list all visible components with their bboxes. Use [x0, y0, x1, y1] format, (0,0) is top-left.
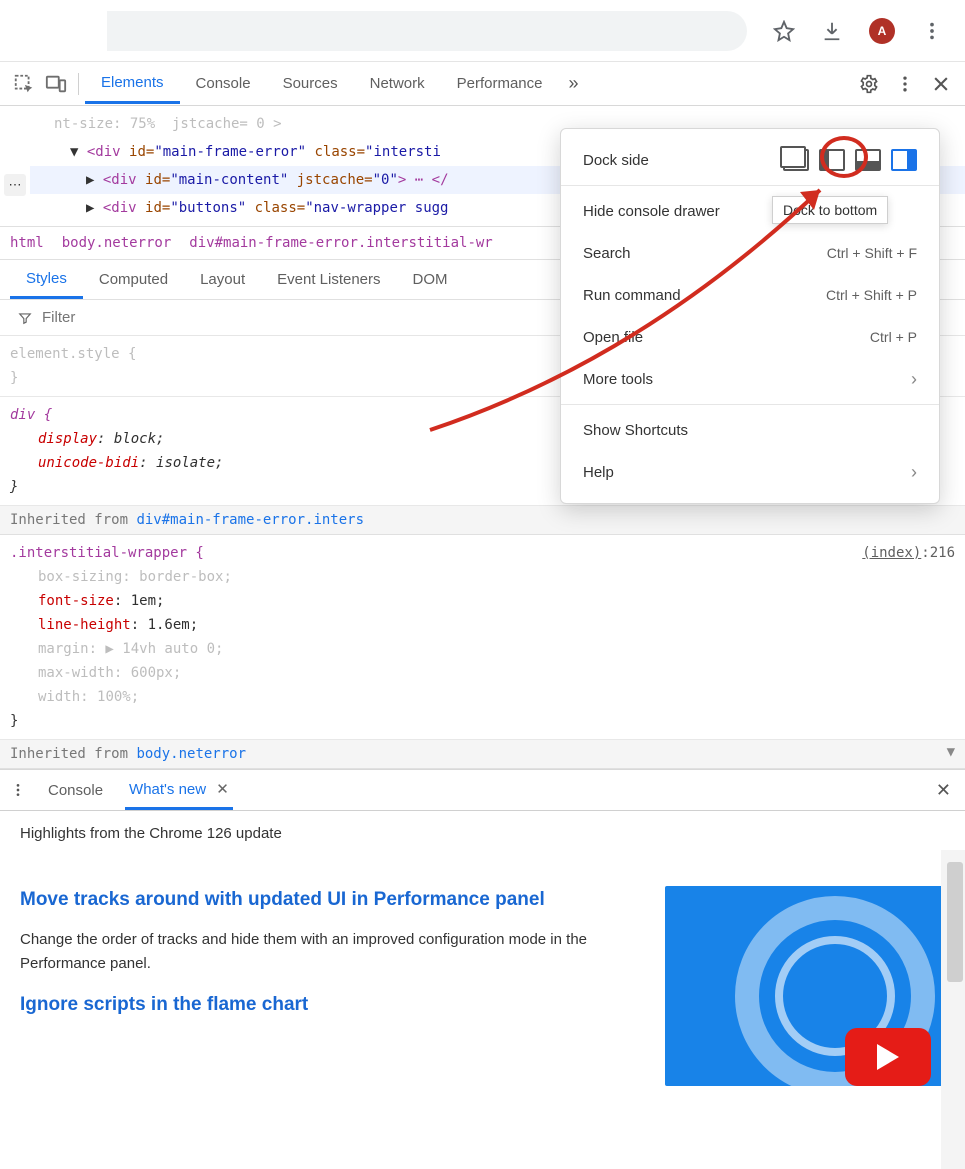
- breadcrumb-item[interactable]: div#main-frame-error.interstitial-wr: [189, 235, 492, 251]
- separator: [78, 73, 79, 95]
- dock-undock-icon[interactable]: [783, 149, 809, 171]
- chevron-right-icon: ›: [911, 462, 917, 483]
- whats-new-highlights: Highlights from the Chrome 126 update: [20, 825, 945, 842]
- tab-styles[interactable]: Styles: [10, 261, 83, 299]
- chevron-right-icon: ›: [911, 369, 917, 390]
- tab-performance[interactable]: Performance: [441, 65, 559, 102]
- breadcrumb-item[interactable]: body.neterror: [62, 235, 172, 251]
- scrollbar-thumb[interactable]: [947, 862, 963, 982]
- bookmark-star-icon[interactable]: [773, 20, 795, 42]
- menu-help[interactable]: Help›: [561, 451, 939, 493]
- inherited-link[interactable]: body.neterror: [136, 746, 246, 762]
- devtools-kebab-menu-icon[interactable]: [895, 74, 915, 94]
- inherited-link[interactable]: div#main-frame-error.inters: [136, 512, 364, 528]
- close-drawer-icon[interactable]: ✕: [936, 780, 951, 801]
- chevron-down-icon[interactable]: ▼: [947, 744, 955, 760]
- browser-kebab-menu-icon[interactable]: [921, 20, 943, 42]
- menu-label: Dock side: [583, 152, 649, 169]
- whats-new-video-thumbnail[interactable]: [665, 886, 945, 1086]
- drawer-tab-console[interactable]: Console: [44, 773, 107, 808]
- tab-computed[interactable]: Computed: [83, 262, 184, 297]
- dock-bottom-icon[interactable]: [855, 149, 881, 171]
- whats-new-title[interactable]: Move tracks around with updated UI in Pe…: [20, 886, 645, 914]
- menu-search[interactable]: SearchCtrl + Shift + F: [561, 232, 939, 274]
- menu-show-shortcuts[interactable]: Show Shortcuts: [561, 409, 939, 451]
- downloads-icon[interactable]: [821, 20, 843, 42]
- devtools-overflow-menu: Dock side Hide console drawer SearchCtrl…: [560, 128, 940, 504]
- tab-event-listeners[interactable]: Event Listeners: [261, 262, 396, 297]
- style-source-link[interactable]: (index):216: [862, 541, 955, 565]
- menu-more-tools[interactable]: More tools›: [561, 358, 939, 400]
- browser-chrome-top: A: [0, 0, 965, 62]
- breadcrumb-overflow-icon[interactable]: ⋯: [4, 174, 26, 196]
- tab-sources[interactable]: Sources: [267, 65, 354, 102]
- breadcrumb-item[interactable]: html: [10, 235, 44, 251]
- dock-right-icon[interactable]: [891, 149, 917, 171]
- settings-gear-icon[interactable]: [859, 74, 879, 94]
- menu-dock-side: Dock side: [561, 139, 939, 181]
- profile-avatar[interactable]: A: [869, 18, 895, 44]
- menu-open-file[interactable]: Open fileCtrl + P: [561, 316, 939, 358]
- tooltip-dock-to-bottom: Dock to bottom: [772, 196, 888, 224]
- style-rule-interstitial-wrapper[interactable]: (index):216 .interstitial-wrapper { box-…: [0, 535, 965, 740]
- tabs-overflow-icon[interactable]: »: [559, 73, 589, 94]
- drawer-tab-whats-new[interactable]: What's new ✕: [125, 771, 233, 810]
- dock-left-icon[interactable]: [819, 149, 845, 171]
- devtools-tabbar: Elements Console Sources Network Perform…: [0, 62, 965, 106]
- menu-run-command[interactable]: Run commandCtrl + Shift + P: [561, 274, 939, 316]
- inherited-from-header: Inherited from div#main-frame-error.inte…: [0, 506, 965, 535]
- drawer-kebab-menu-icon[interactable]: [10, 782, 26, 798]
- tab-network[interactable]: Network: [354, 65, 441, 102]
- whats-new-subtitle[interactable]: Ignore scripts in the flame chart: [20, 994, 645, 1016]
- tab-layout[interactable]: Layout: [184, 262, 261, 297]
- tab-dom-breakpoints[interactable]: DOM: [397, 262, 464, 297]
- close-tab-icon[interactable]: ✕: [216, 781, 229, 798]
- inspect-element-icon[interactable]: [13, 73, 35, 95]
- styles-filter-input[interactable]: [42, 309, 241, 326]
- play-icon[interactable]: [845, 1028, 931, 1086]
- drawer-tabbar: Console What's new ✕ ✕: [0, 769, 965, 811]
- device-toolbar-icon[interactable]: [45, 73, 67, 95]
- close-devtools-icon[interactable]: [931, 74, 951, 94]
- address-bar[interactable]: [107, 11, 747, 51]
- inherited-from-header: Inherited from body.neterror ▼: [0, 740, 965, 769]
- tab-console[interactable]: Console: [180, 65, 267, 102]
- filter-icon: [18, 311, 32, 325]
- drawer-whats-new: Highlights from the Chrome 126 update Mo…: [0, 811, 965, 1100]
- tab-elements[interactable]: Elements: [85, 64, 180, 104]
- whats-new-body: Change the order of tracks and hide them…: [20, 928, 645, 976]
